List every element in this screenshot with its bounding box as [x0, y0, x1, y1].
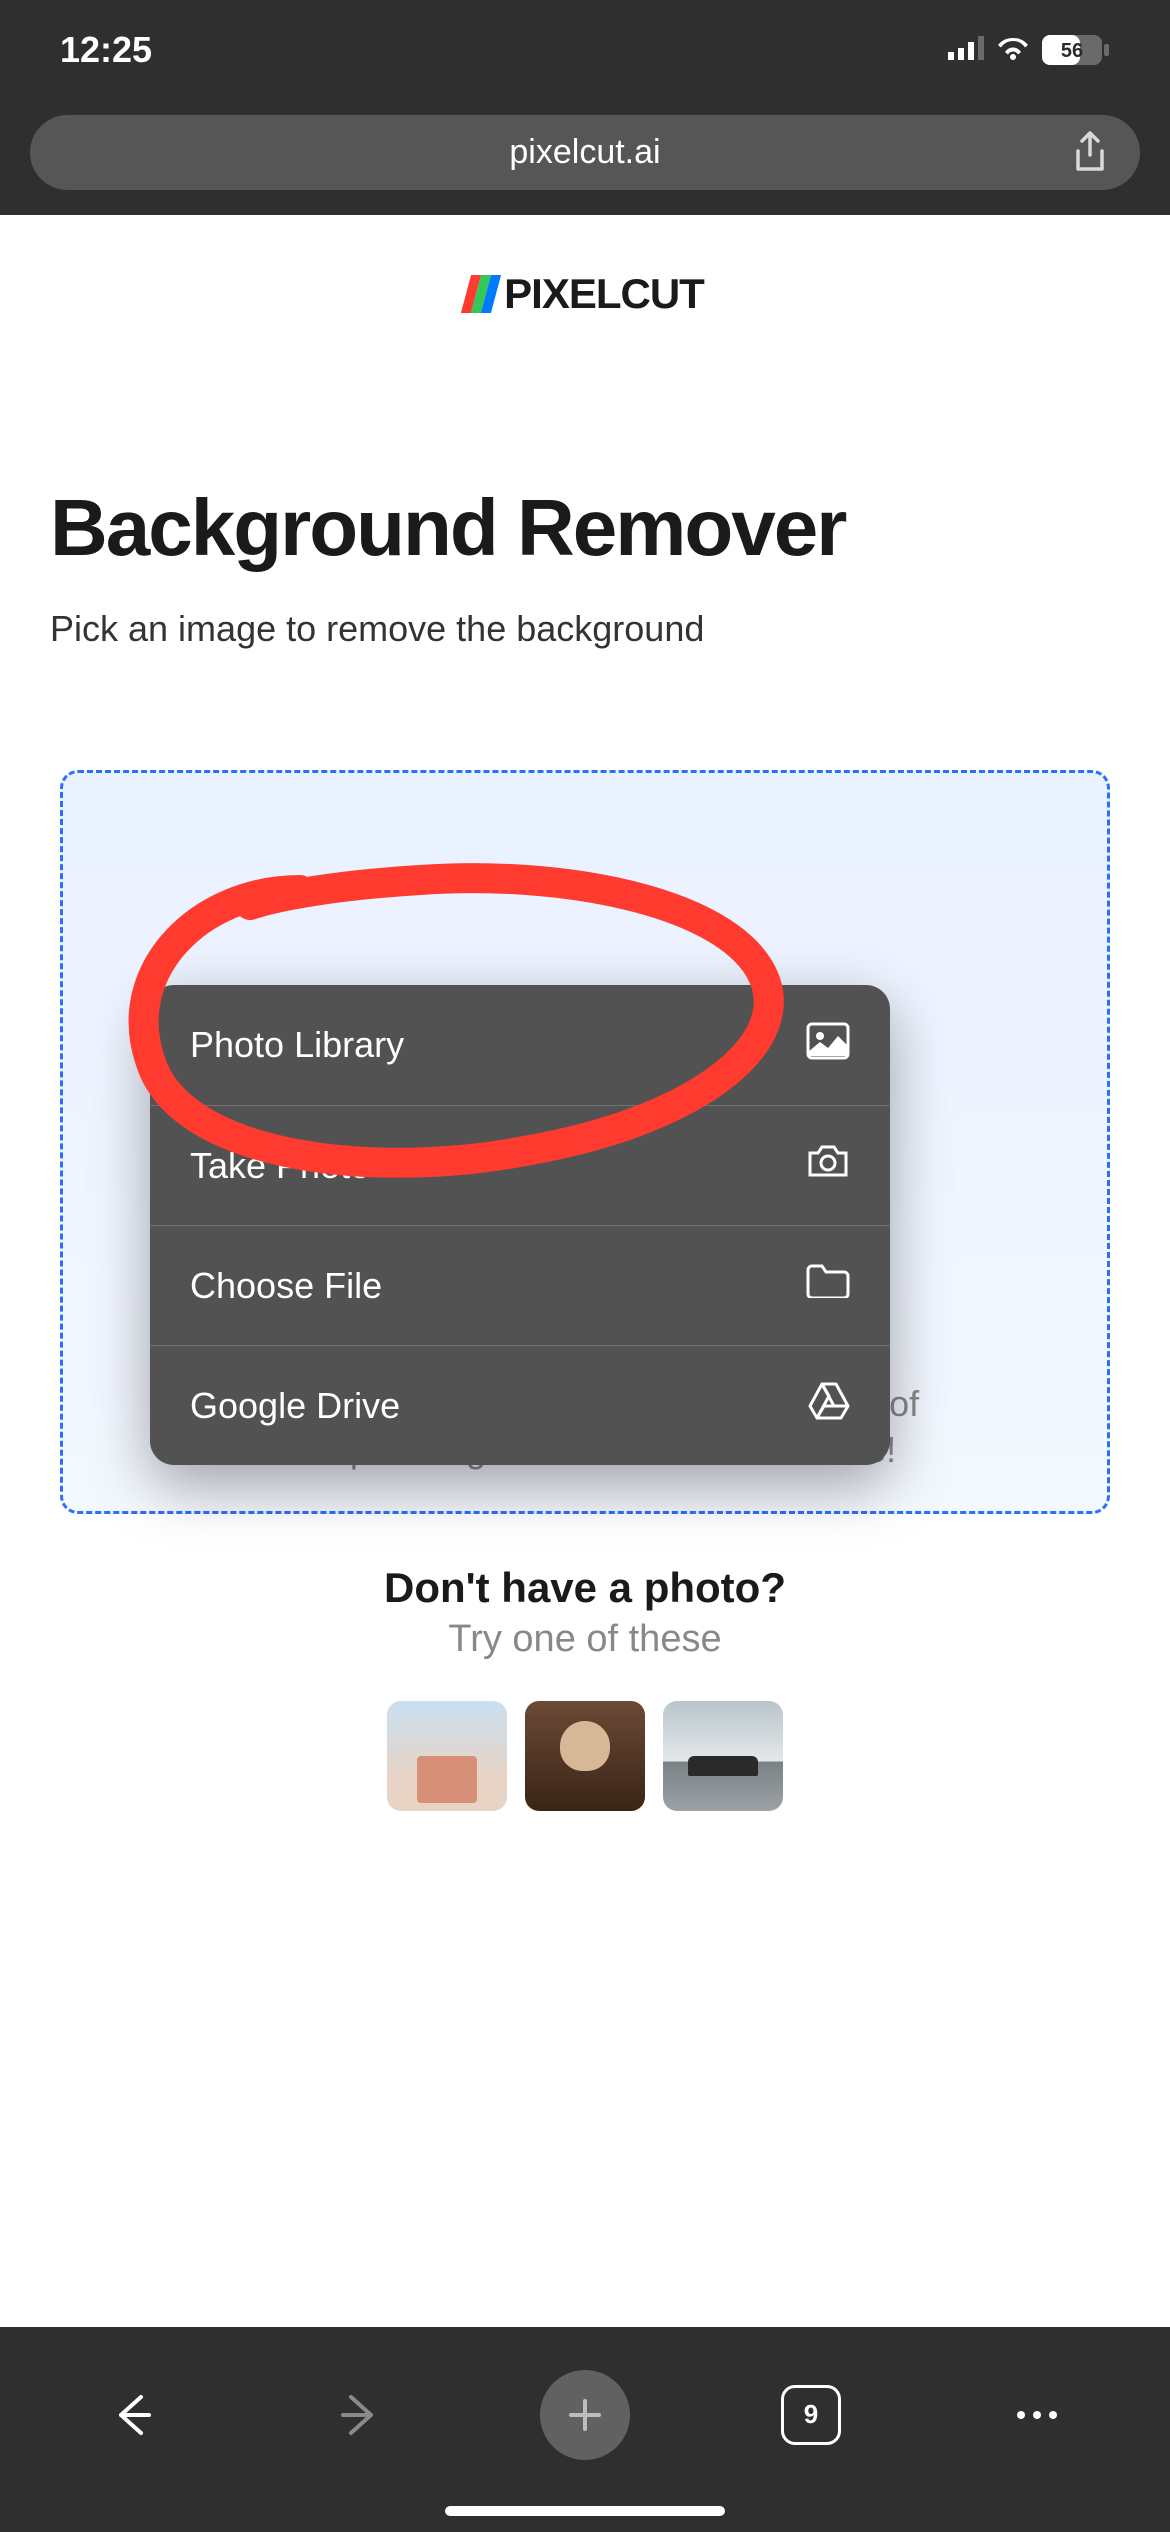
back-button[interactable] [88, 2370, 178, 2460]
sample-thumb-2[interactable] [525, 1701, 645, 1811]
action-choose-file[interactable]: Choose File [150, 1225, 890, 1345]
action-take-photo[interactable]: Take Photo [150, 1105, 890, 1225]
svg-text:56: 56 [1061, 40, 1083, 62]
action-photo-library[interactable]: Photo Library [150, 985, 890, 1105]
menu-button[interactable] [992, 2370, 1082, 2460]
wifi-icon [996, 36, 1030, 65]
sample-section: Don't have a photo? Try one of these [0, 1564, 1170, 1811]
status-time: 12:25 [60, 29, 152, 71]
action-item-label: Photo Library [190, 1024, 404, 1066]
sample-thumb-3[interactable] [663, 1701, 783, 1811]
action-item-label: Take Photo [190, 1145, 370, 1187]
logo-icon [461, 275, 501, 313]
sample-thumb-1[interactable] [387, 1701, 507, 1811]
folder-icon [806, 1264, 850, 1307]
action-item-label: Google Drive [190, 1385, 400, 1427]
battery-icon: 56 [1042, 35, 1110, 65]
camera-icon [806, 1143, 850, 1188]
page-subtitle: Pick an image to remove the background [50, 608, 1120, 650]
status-icons: 56 [948, 35, 1110, 65]
url-bar[interactable]: pixelcut.ai [30, 115, 1140, 190]
cellular-icon [948, 36, 984, 65]
url-text: pixelcut.ai [509, 133, 660, 172]
photos-icon [806, 1022, 850, 1069]
tabs-count: 9 [781, 2385, 841, 2445]
sample-title: Don't have a photo? [0, 1564, 1170, 1612]
action-google-drive[interactable]: Google Drive [150, 1345, 890, 1465]
home-indicator[interactable] [445, 2506, 725, 2516]
forward-button[interactable] [314, 2370, 404, 2460]
logo-text: PIXELCUT [504, 270, 704, 318]
page-title: Background Remover [50, 488, 1120, 568]
sample-subtitle: Try one of these [0, 1618, 1170, 1661]
browser-header: pixelcut.ai [0, 100, 1170, 215]
status-bar: 12:25 56 [0, 0, 1170, 100]
tabs-button[interactable]: 9 [766, 2370, 856, 2460]
new-tab-button[interactable] [540, 2370, 630, 2460]
file-source-action-sheet: Photo Library Take Photo Choose File Goo… [150, 985, 890, 1465]
logo[interactable]: PIXELCUT [0, 215, 1170, 318]
browser-bottom-nav: 9 [0, 2327, 1170, 2532]
drive-icon [808, 1382, 850, 1429]
action-item-label: Choose File [190, 1265, 382, 1307]
share-icon[interactable] [1070, 131, 1110, 175]
